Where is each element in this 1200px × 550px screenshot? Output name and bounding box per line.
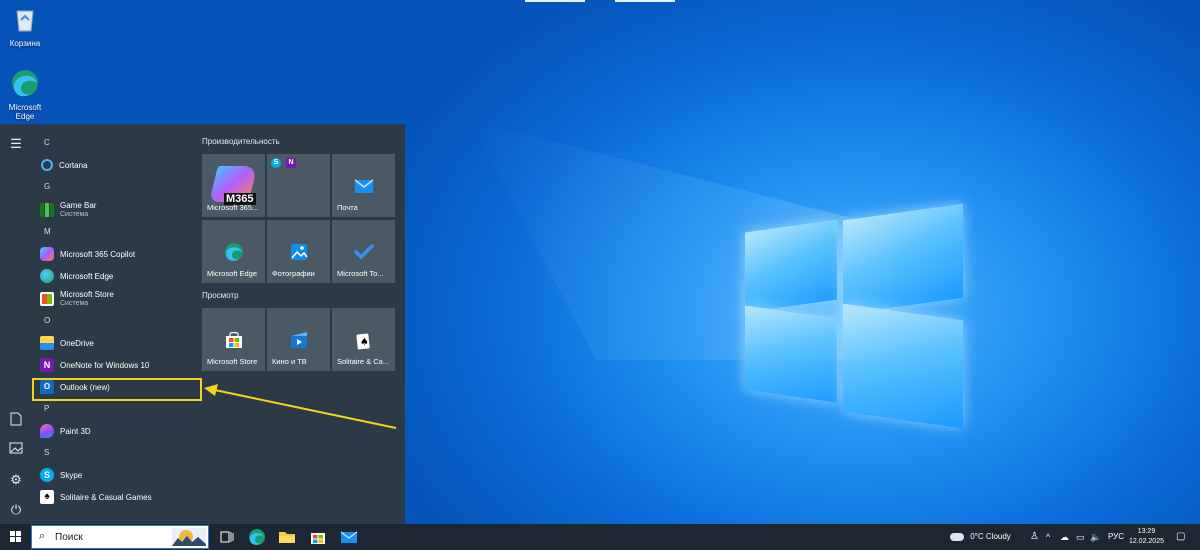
edge-icon xyxy=(12,70,38,97)
solitaire-icon: ♠ xyxy=(40,490,54,504)
letter-header-m[interactable]: M xyxy=(32,221,200,243)
file-explorer-icon[interactable] xyxy=(278,528,296,546)
search-highlight-art xyxy=(172,528,206,546)
todo-check-icon xyxy=(353,244,374,260)
group-title-view[interactable]: Просмотр xyxy=(202,291,239,300)
recycle-bin-icon xyxy=(16,10,34,32)
start-button[interactable] xyxy=(0,524,30,550)
weather-widget[interactable]: 0°C Cloudy xyxy=(950,524,1011,550)
group-title-productivity[interactable]: Производительность xyxy=(202,137,280,146)
windows-logo-icon xyxy=(9,531,21,542)
cloud-tray-icon[interactable]: ☁ xyxy=(1060,524,1069,550)
store-icon xyxy=(40,291,54,306)
app-store[interactable]: Microsoft Store Система xyxy=(32,287,200,310)
start-menu: ☰ ⚙ ⏻ C Cortana G Game Bar Система M Micr… xyxy=(0,124,405,524)
app-solitaire[interactable]: ♠ Solitaire & Casual Games xyxy=(32,486,200,508)
search-box[interactable]: ⌕ Поиск xyxy=(31,525,209,549)
outlook-highlight-box xyxy=(32,378,202,401)
letter-header-c[interactable]: C xyxy=(32,132,200,154)
paint3d-icon xyxy=(40,424,54,438)
cloud-icon xyxy=(950,532,964,541)
store-icon[interactable] xyxy=(309,528,327,546)
photos-icon xyxy=(290,244,308,260)
task-view-icon[interactable] xyxy=(218,528,236,546)
start-rail: ☰ ⚙ ⏻ xyxy=(0,124,32,524)
letter-header-p[interactable]: P xyxy=(32,398,200,420)
settings-gear-icon[interactable]: ⚙ xyxy=(8,472,24,488)
mail-icon[interactable] xyxy=(340,528,358,546)
onenote-icon: N xyxy=(286,158,296,168)
power-icon[interactable]: ⏻ xyxy=(8,502,24,518)
top-window-edge xyxy=(525,0,585,2)
tile-photos[interactable]: Фотографии xyxy=(267,220,330,283)
cortana-icon xyxy=(41,159,53,171)
app-game-bar[interactable]: Game Bar Система xyxy=(32,198,200,221)
top-window-edge xyxy=(615,0,675,2)
app-onenote[interactable]: N OneNote for Windows 10 xyxy=(32,354,200,376)
pictures-icon[interactable] xyxy=(8,442,24,458)
m365-copilot-icon xyxy=(40,247,54,261)
app-onedrive[interactable]: OneDrive xyxy=(32,332,200,354)
tile-movies[interactable]: Кино и ТВ xyxy=(267,308,330,371)
desktop-icon-edge[interactable]: Microsoft Edge xyxy=(0,68,50,121)
svg-text:♠: ♠ xyxy=(360,337,369,348)
tile-solitaire[interactable]: ♠ Solitaire & Ca... xyxy=(332,308,395,371)
app-m365-copilot[interactable]: Microsoft 365 Copilot xyxy=(32,243,200,265)
tile-folder-skype-onenote[interactable]: S N xyxy=(267,154,330,217)
edge-icon[interactable] xyxy=(248,528,266,546)
skype-icon: S xyxy=(40,468,54,482)
notifications-icon[interactable]: ▢ xyxy=(1176,524,1185,550)
people-icon[interactable]: ♙ xyxy=(1030,524,1039,550)
app-list: C Cortana G Game Bar Система M Microsoft … xyxy=(32,132,200,508)
onenote-icon: N xyxy=(40,358,54,372)
language-indicator[interactable]: РУС xyxy=(1108,524,1124,550)
desktop-icon-recycle-bin[interactable]: Корзина xyxy=(0,4,50,48)
store-icon xyxy=(225,331,242,348)
mail-icon xyxy=(354,179,373,193)
clock[interactable]: 13:29 12.02.2025 xyxy=(1129,527,1164,547)
documents-icon[interactable] xyxy=(8,412,24,428)
edge-icon xyxy=(40,269,54,283)
app-skype[interactable]: S Skype xyxy=(32,464,200,486)
solitaire-icon: ♠ xyxy=(355,333,370,350)
chevron-up-icon[interactable]: ^ xyxy=(1046,524,1050,550)
letter-header-s[interactable]: S xyxy=(32,442,200,464)
taskbar: ⌕ Поиск 0°C Cloudy ♙ ^ ☁ ▭ 🔈 РУС 13:29 1… xyxy=(0,524,1200,550)
windows-logo-wallpaper xyxy=(745,196,965,429)
onedrive-icon xyxy=(40,336,54,350)
game-bar-icon xyxy=(40,202,54,217)
tile-todo[interactable]: Microsoft To... xyxy=(332,220,395,283)
tile-m365[interactable]: M365 Microsoft 365... xyxy=(202,154,265,217)
movies-icon xyxy=(290,332,307,348)
edge-icon xyxy=(224,243,243,261)
annotation-arrow xyxy=(204,384,397,429)
skype-icon: S xyxy=(271,158,281,168)
network-icon[interactable]: ▭ xyxy=(1076,524,1085,550)
letter-header-g[interactable]: G xyxy=(32,176,200,198)
app-cortana[interactable]: Cortana xyxy=(32,154,200,176)
app-paint3d[interactable]: Paint 3D xyxy=(32,420,200,442)
tile-store[interactable]: Microsoft Store xyxy=(202,308,265,371)
volume-icon[interactable]: 🔈 xyxy=(1090,524,1101,550)
tile-mail[interactable]: Почта xyxy=(332,154,395,217)
tile-edge[interactable]: Microsoft Edge xyxy=(202,220,265,283)
app-edge[interactable]: Microsoft Edge xyxy=(32,265,200,287)
search-input[interactable]: Поиск xyxy=(55,532,83,543)
hamburger-menu-icon[interactable]: ☰ xyxy=(8,136,24,152)
letter-header-o[interactable]: O xyxy=(32,310,200,332)
search-icon: ⌕ xyxy=(39,530,46,542)
